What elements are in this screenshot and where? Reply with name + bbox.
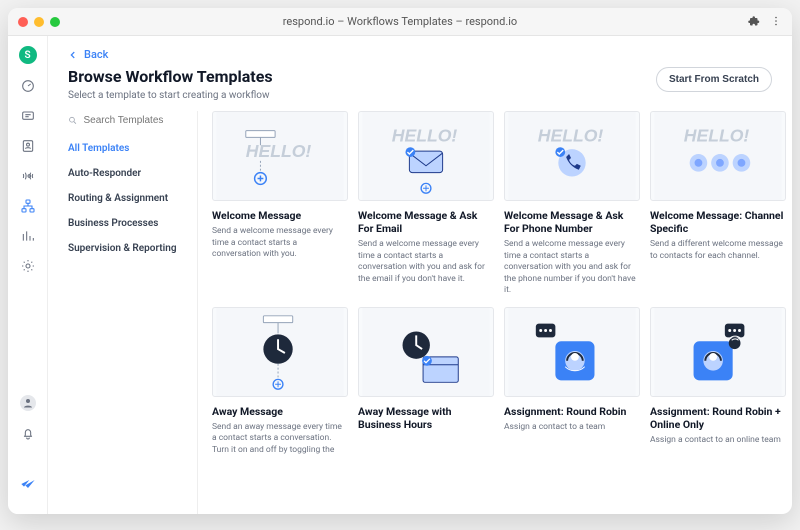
template-thumb bbox=[358, 307, 494, 397]
template-desc: Send a welcome message every time a cont… bbox=[212, 226, 348, 260]
template-title: Away Message bbox=[212, 405, 348, 418]
template-thumb: HELLO! bbox=[358, 111, 494, 201]
contacts-icon[interactable] bbox=[20, 138, 36, 154]
template-desc: Send an away message every time a contac… bbox=[212, 422, 348, 456]
svg-text:HELLO!: HELLO! bbox=[246, 141, 312, 161]
template-thumb bbox=[650, 307, 786, 397]
template-desc: Send a welcome message every time a cont… bbox=[358, 239, 494, 285]
extension-icon[interactable] bbox=[748, 12, 760, 31]
start-from-scratch-button[interactable]: Start From Scratch bbox=[656, 67, 772, 92]
menu-dots-icon[interactable] bbox=[770, 12, 782, 31]
filter-sidebar: All Templates Auto-Responder Routing & A… bbox=[68, 111, 198, 514]
page-title: Browse Workflow Templates bbox=[68, 67, 273, 86]
search-input[interactable] bbox=[84, 115, 183, 126]
reports-icon[interactable] bbox=[20, 228, 36, 244]
template-thumb: HELLO! bbox=[650, 111, 786, 201]
template-card[interactable]: HELLO! Welcome Message & Ask For Phone N… bbox=[504, 111, 640, 297]
svg-text:HELLO!: HELLO! bbox=[684, 125, 750, 145]
dashboard-icon[interactable] bbox=[20, 78, 36, 94]
page-subtitle: Select a template to start creating a wo… bbox=[68, 90, 273, 101]
filter-business-processes[interactable]: Business Processes bbox=[68, 211, 183, 236]
user-avatar[interactable] bbox=[20, 395, 36, 411]
template-grid: HELLO! Welcome Message Sen bbox=[212, 111, 786, 456]
template-thumb: HELLO! bbox=[504, 111, 640, 201]
back-button[interactable]: Back bbox=[68, 48, 772, 61]
filter-auto-responder[interactable]: Auto-Responder bbox=[68, 161, 183, 186]
template-desc: Send a welcome message every time a cont… bbox=[504, 239, 640, 296]
template-title: Welcome Message & Ask For Email bbox=[358, 209, 494, 235]
template-desc: Send a different welcome message to cont… bbox=[650, 239, 786, 262]
search-icon bbox=[68, 115, 78, 126]
template-thumb: HELLO! bbox=[212, 111, 348, 201]
filter-all-templates[interactable]: All Templates bbox=[68, 136, 183, 161]
titlebar: respond.io – Workflows Templates – respo… bbox=[8, 8, 792, 36]
window-title: respond.io – Workflows Templates – respo… bbox=[8, 15, 792, 28]
brand-check-icon bbox=[20, 475, 36, 494]
workspace-avatar[interactable]: S bbox=[19, 46, 37, 64]
nav-rail: S bbox=[8, 36, 48, 514]
template-title: Welcome Message bbox=[212, 209, 348, 222]
filter-routing-assignment[interactable]: Routing & Assignment bbox=[68, 186, 183, 211]
template-title: Away Message with Business Hours bbox=[358, 405, 494, 431]
search-box[interactable] bbox=[68, 111, 183, 136]
broadcast-icon[interactable] bbox=[20, 168, 36, 184]
template-title: Assignment: Round Robin + Online Only bbox=[650, 405, 786, 431]
template-title: Welcome Message: Channel Specific bbox=[650, 209, 786, 235]
template-desc: Assign a contact to an online team bbox=[650, 435, 786, 446]
template-title: Welcome Message & Ask For Phone Number bbox=[504, 209, 640, 235]
template-card[interactable]: Assignment: Round Robin + Online Only As… bbox=[650, 307, 786, 457]
settings-icon[interactable] bbox=[20, 258, 36, 274]
workflows-icon[interactable] bbox=[20, 198, 36, 214]
template-card[interactable]: Assignment: Round Robin Assign a contact… bbox=[504, 307, 640, 457]
template-desc: Assign a contact to a team bbox=[504, 422, 640, 433]
template-card[interactable]: HELLO! Welcome Message & Ask For Email S… bbox=[358, 111, 494, 297]
svg-text:HELLO!: HELLO! bbox=[392, 125, 458, 145]
template-card[interactable]: Away Message Send an away message every … bbox=[212, 307, 348, 457]
template-thumb bbox=[504, 307, 640, 397]
svg-text:HELLO!: HELLO! bbox=[538, 125, 604, 145]
back-label: Back bbox=[84, 48, 108, 61]
template-card[interactable]: HELLO! Welcome Message: Channel Specific bbox=[650, 111, 786, 297]
notifications-icon[interactable] bbox=[20, 425, 36, 441]
messages-icon[interactable] bbox=[20, 108, 36, 124]
filter-supervision-reporting[interactable]: Supervision & Reporting bbox=[68, 236, 183, 261]
template-card[interactable]: HELLO! Welcome Message Sen bbox=[212, 111, 348, 297]
template-thumb bbox=[212, 307, 348, 397]
template-card[interactable]: Away Message with Business Hours bbox=[358, 307, 494, 457]
template-title: Assignment: Round Robin bbox=[504, 405, 640, 418]
